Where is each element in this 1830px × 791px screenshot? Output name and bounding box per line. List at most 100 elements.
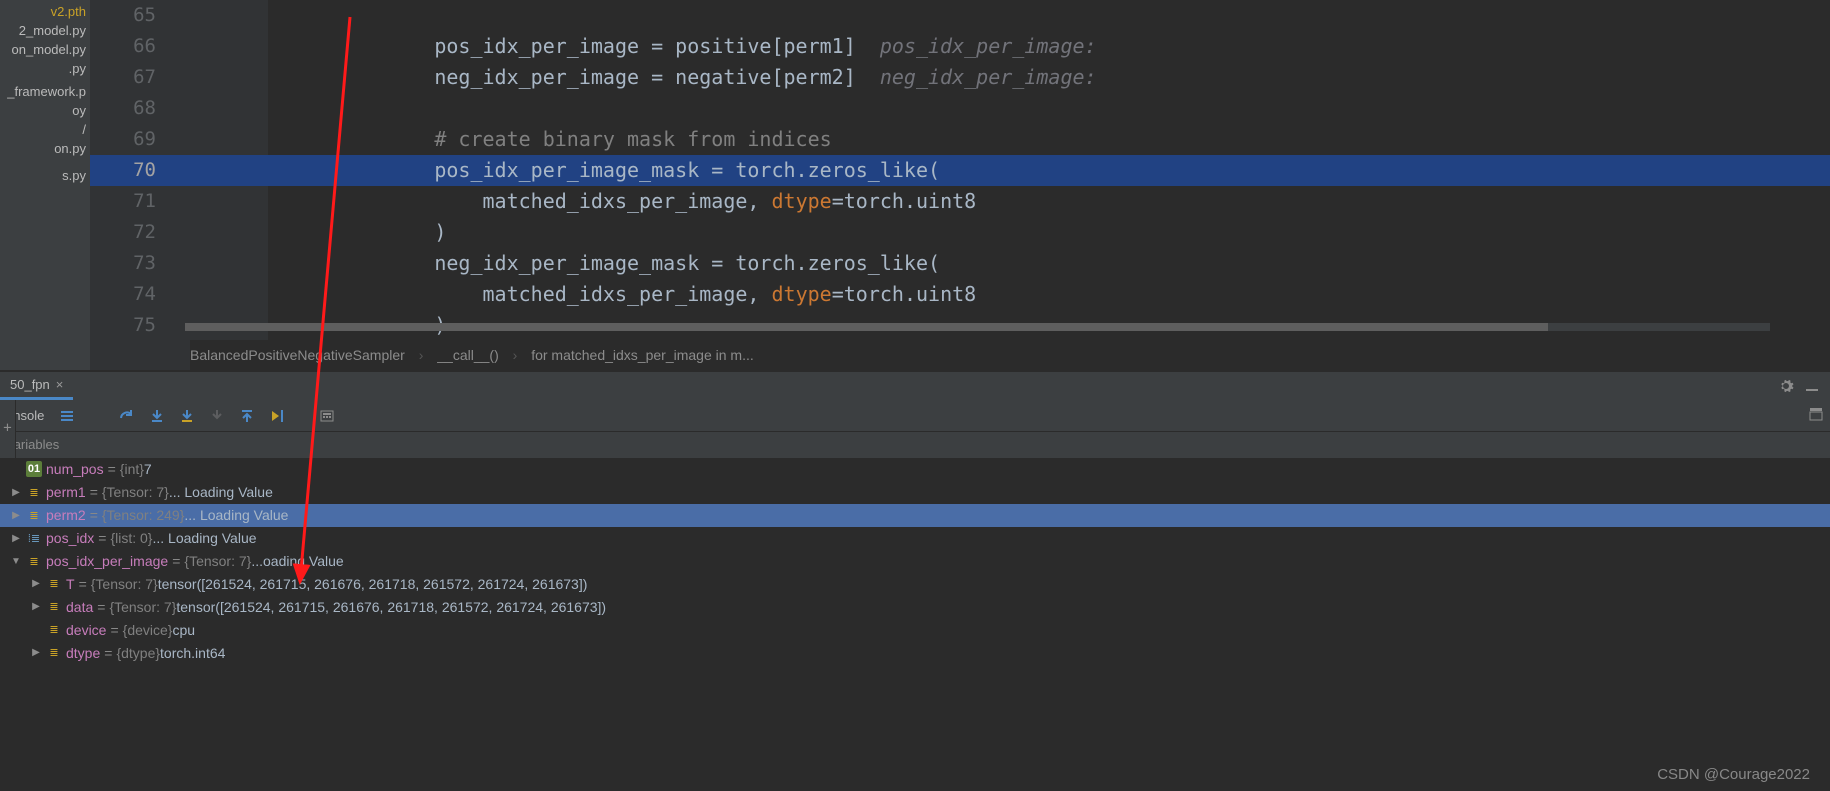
code-lines[interactable]: pos_idx_per_image = positive[perm1] pos_…	[268, 0, 1830, 342]
var-type: {Tensor: 7}	[184, 553, 251, 569]
code-line[interactable]: matched_idxs_per_image, dtype=torch.uint…	[268, 186, 1830, 217]
var-type-icon: ≣	[26, 484, 42, 500]
expand-arrow-icon[interactable]: ▶	[10, 510, 22, 521]
file-tree-item[interactable]: on.py	[0, 139, 90, 158]
var-type-icon: ≣	[46, 622, 62, 638]
code-line[interactable]: )	[268, 217, 1830, 248]
file-tree-item[interactable]: .py	[0, 59, 90, 78]
evaluate-icon[interactable]	[316, 405, 338, 427]
var-name: perm1	[46, 484, 86, 500]
var-type: {Tensor: 7}	[102, 484, 169, 500]
code-editor[interactable]: 6566676869707172737475 pos_idx_per_image…	[90, 0, 1830, 370]
var-value: ... Loading Value	[152, 530, 256, 546]
var-name: pos_idx_per_image	[46, 553, 168, 569]
variable-row[interactable]: ≣device = {device} cpu	[0, 618, 1830, 641]
minimize-icon[interactable]	[1804, 378, 1820, 394]
var-name: num_pos	[46, 461, 104, 477]
layout-icon[interactable]	[1808, 406, 1824, 426]
file-tree-item[interactable]: _framework.p	[0, 82, 90, 101]
var-name: pos_idx	[46, 530, 94, 546]
debug-toolbar: onsole	[0, 400, 1830, 432]
code-line[interactable]	[268, 93, 1830, 124]
file-tree-item[interactable]: 2_model.py	[0, 21, 90, 40]
variable-row[interactable]: ▶≣dtype = {dtype} torch.int64	[0, 641, 1830, 664]
close-icon[interactable]: ×	[56, 377, 64, 392]
var-type: {Tensor: 249}	[102, 507, 185, 523]
var-name: data	[66, 599, 93, 615]
gear-icon[interactable]	[1778, 378, 1794, 394]
expand-arrow-icon[interactable]: ▶	[30, 601, 42, 612]
var-type-icon: ≣	[26, 553, 42, 569]
step-into-icon[interactable]	[146, 405, 168, 427]
var-type: {device}	[123, 622, 173, 638]
variable-row[interactable]: ▶≣T = {Tensor: 7} tensor([261524, 261715…	[0, 572, 1830, 595]
threads-icon[interactable]	[56, 405, 78, 427]
var-value: tensor([261524, 261715, 261676, 261718, …	[176, 599, 606, 615]
run-to-cursor-icon[interactable]	[266, 405, 288, 427]
file-tree-item[interactable]: /	[0, 120, 90, 139]
editor-horizontal-scrollbar[interactable]	[185, 323, 1770, 331]
breadcrumb-item[interactable]: __call__()	[437, 347, 498, 363]
var-type: {int}	[120, 461, 144, 477]
var-value: ...oading Value	[251, 553, 343, 569]
breakpoint-gutter[interactable]	[180, 0, 270, 370]
var-type: {Tensor: 7}	[109, 599, 176, 615]
var-value: cpu	[172, 622, 195, 638]
breadcrumb-item[interactable]: for matched_idxs_per_image in m...	[531, 347, 754, 363]
step-into-my-icon[interactable]	[176, 405, 198, 427]
var-type-icon: ≣	[46, 645, 62, 661]
var-value: ... Loading Value	[184, 507, 288, 523]
variable-row[interactable]: ▶≣perm2 = {Tensor: 249} ... Loading Valu…	[0, 504, 1830, 527]
expand-arrow-icon[interactable]: ▶	[10, 533, 22, 544]
code-line[interactable]: neg_idx_per_image_mask = torch.zeros_lik…	[268, 248, 1830, 279]
variable-row[interactable]: ▶≣data = {Tensor: 7} tensor([261524, 261…	[0, 595, 1830, 618]
file-tree-item[interactable]: s.py	[0, 166, 90, 185]
file-tree-item[interactable]: oy	[0, 101, 90, 120]
expand-arrow-icon[interactable]: ▶	[30, 647, 42, 658]
debug-tab-bar: 50_fpn ×	[0, 372, 1830, 400]
breadcrumb-item[interactable]: BalancedPositiveNegativeSampler	[190, 347, 405, 363]
var-name: T	[66, 576, 75, 592]
step-out-icon[interactable]	[236, 405, 258, 427]
code-line[interactable]: matched_idxs_per_image, dtype=torch.uint…	[268, 279, 1830, 310]
force-step-icon[interactable]	[206, 405, 228, 427]
debug-tab-actions	[1778, 378, 1830, 394]
breadcrumb-sep: ›	[503, 347, 528, 363]
var-type-icon: 01	[26, 461, 42, 477]
var-value: torch.int64	[160, 645, 225, 661]
var-value: ... Loading Value	[169, 484, 273, 500]
project-file-tree[interactable]: v2.pth2_model.pyon_model.py.py _framework…	[0, 0, 90, 370]
editor-breadcrumb[interactable]: BalancedPositiveNegativeSampler › __call…	[190, 340, 1830, 370]
debug-tab[interactable]: 50_fpn ×	[0, 372, 73, 400]
var-type-icon: ≣	[26, 507, 42, 523]
scrollbar-thumb[interactable]	[185, 323, 1548, 331]
code-line[interactable]: # create binary mask from indices	[268, 124, 1830, 155]
code-line[interactable]	[268, 0, 1830, 31]
file-tree-item[interactable]: v2.pth	[0, 2, 90, 21]
var-value: 7	[144, 461, 152, 477]
variables-panel-header: Variables	[0, 432, 1830, 458]
expand-arrow-icon[interactable]: ▼	[10, 556, 22, 567]
file-tree-item[interactable]: on_model.py	[0, 40, 90, 59]
variable-row[interactable]: ▼≣pos_idx_per_image = {Tensor: 7} ...oad…	[0, 550, 1830, 573]
debug-tab-label: 50_fpn	[10, 377, 50, 392]
variable-row[interactable]: ▶⁞≣pos_idx = {list: 0} ... Loading Value	[0, 527, 1830, 550]
breadcrumb-sep: ›	[409, 347, 434, 363]
variables-panel[interactable]: 01num_pos = {int} 7▶≣perm1 = {Tensor: 7}…	[0, 458, 1830, 791]
code-line[interactable]: neg_idx_per_image = negative[perm2] neg_…	[268, 62, 1830, 93]
var-value: tensor([261524, 261715, 261676, 261718, …	[158, 576, 588, 592]
var-type-icon: ≣	[46, 576, 62, 592]
code-line[interactable]: pos_idx_per_image_mask = torch.zeros_lik…	[268, 155, 1830, 186]
variable-row[interactable]: 01num_pos = {int} 7	[0, 458, 1830, 481]
var-name: dtype	[66, 645, 100, 661]
variable-row[interactable]: ▶≣perm1 = {Tensor: 7} ... Loading Value	[0, 481, 1830, 504]
code-line[interactable]: pos_idx_per_image = positive[perm1] pos_…	[268, 31, 1830, 62]
step-over-icon[interactable]	[116, 405, 138, 427]
expand-arrow-icon[interactable]: ▶	[30, 578, 42, 589]
var-type: {Tensor: 7}	[91, 576, 158, 592]
var-type-icon: ≣	[46, 599, 62, 615]
watermark: CSDN @Courage2022	[1657, 766, 1810, 783]
var-type: {list: 0}	[110, 530, 152, 546]
expand-arrow-icon[interactable]: ▶	[10, 487, 22, 498]
add-watch-icon[interactable]: +	[3, 420, 11, 436]
